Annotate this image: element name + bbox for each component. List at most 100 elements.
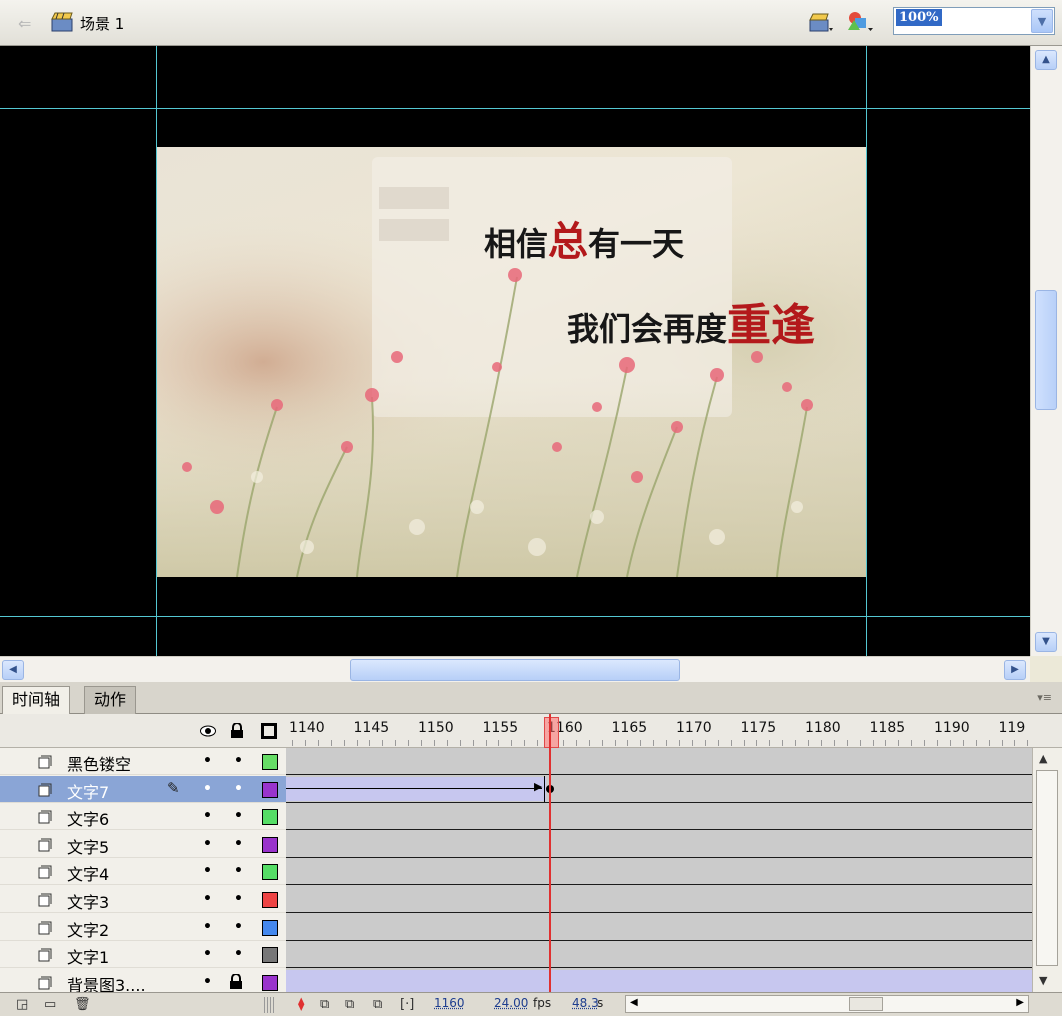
onion-skin-outlines-icon[interactable]: ⧉ [345, 997, 354, 1012]
stage-vertical-scrollbar[interactable]: ▲ ▼ [1030, 46, 1062, 656]
zoom-select[interactable]: 100% ▼ [893, 7, 1055, 35]
layer-outline-color[interactable] [262, 919, 278, 936]
scroll-up-icon[interactable]: ▲ [1035, 50, 1057, 70]
chevron-down-icon[interactable]: ▼ [1031, 9, 1053, 33]
layer-name[interactable]: 黑色镂空 [67, 751, 131, 775]
lock-toggle[interactable]: • [234, 891, 243, 907]
panel-menu-icon[interactable]: ▾≡ [1037, 691, 1052, 704]
layer-row[interactable]: 文字1 • • [0, 941, 286, 969]
frame-row[interactable] [286, 803, 1032, 831]
visibility-toggle[interactable]: • [203, 863, 212, 879]
frame-row[interactable]: ▶ [286, 775, 1032, 803]
new-layer-icon[interactable]: ◲ [16, 997, 28, 1012]
outline-icon[interactable] [261, 723, 277, 739]
layer-outline-color[interactable] [262, 947, 278, 964]
layer-name[interactable]: 文字3 [67, 889, 109, 913]
frame-ruler[interactable]: 1140 1145 1150 1155 1160 1165 1170 1175 1180 1185… [286, 714, 1030, 748]
frame-grid[interactable]: ▶ [286, 748, 1032, 996]
stage-horizontal-scrollbar[interactable]: ◀ ▶ [0, 656, 1030, 682]
layer-name[interactable]: 文字6 [67, 806, 109, 830]
layer-outline-color[interactable] [262, 781, 278, 798]
visibility-toggle[interactable]: • [203, 919, 212, 935]
playhead[interactable] [544, 717, 559, 748]
frame-span[interactable] [286, 969, 1032, 992]
layer-row[interactable]: 文字5 • • [0, 831, 286, 858]
frame-row[interactable] [286, 858, 1032, 886]
layer-row[interactable]: 文字4 • • [0, 858, 286, 886]
layer-row[interactable]: 文字7 ✎ • • [0, 775, 286, 803]
scene-label[interactable]: 场景 1 [80, 13, 124, 34]
back-arrow-icon[interactable]: ⇐ [18, 14, 31, 33]
headline-line-2[interactable]: 我们会再度重逢 [567, 289, 815, 353]
visibility-toggle[interactable]: • [203, 974, 212, 990]
frame-row[interactable] [286, 886, 1032, 913]
scroll-down-icon[interactable]: ▼ [1039, 974, 1047, 987]
tab-timeline[interactable]: 时间轴 [2, 686, 71, 714]
layer-outline-color[interactable] [262, 864, 278, 881]
lock-toggle[interactable]: • [234, 753, 243, 769]
layer-row[interactable]: 黑色镂空 • • [0, 748, 286, 775]
layer-name[interactable]: 文字1 [67, 944, 109, 968]
center-frame-icon[interactable]: ⧫ [298, 997, 304, 1012]
layer-row[interactable]: 文字2 • • [0, 914, 286, 941]
scroll-right-icon[interactable]: ▶ [1004, 660, 1026, 680]
scroll-right-icon[interactable]: ▶ [1016, 997, 1024, 1008]
visibility-toggle[interactable]: • [203, 891, 212, 907]
visibility-toggle[interactable]: • [203, 836, 212, 852]
lock-toggle[interactable]: • [234, 836, 243, 852]
visibility-toggle[interactable]: • [203, 946, 212, 962]
scroll-left-icon[interactable]: ◀ [630, 997, 638, 1008]
layer-name[interactable]: 文字5 [67, 834, 109, 858]
scrollbar-thumb[interactable] [1035, 290, 1057, 410]
frame-rate[interactable]: 24.00 [494, 996, 528, 1010]
layer-outline-color[interactable] [262, 836, 278, 853]
layer-outline-color[interactable] [262, 754, 278, 770]
new-folder-icon[interactable]: ▭ [44, 997, 56, 1012]
eye-icon[interactable] [200, 724, 216, 738]
layer-row[interactable]: 文字6 • • [0, 803, 286, 831]
lock-toggle[interactable]: • [234, 946, 243, 962]
visibility-toggle[interactable]: • [203, 781, 212, 797]
edit-scene-icon[interactable] [808, 12, 834, 34]
layer-name[interactable]: 文字4 [67, 861, 109, 885]
frames-horizontal-scrollbar[interactable]: ◀ ▶ [625, 995, 1029, 1013]
resize-grip[interactable] [264, 997, 274, 1013]
tab-actions[interactable]: 动作 [84, 686, 137, 714]
scroll-down-icon[interactable]: ▼ [1035, 632, 1057, 652]
trash-icon[interactable]: 🗑 [74, 997, 91, 1012]
lock-toggle[interactable]: • [234, 781, 243, 797]
lock-toggle[interactable]: • [234, 808, 243, 824]
stage-canvas[interactable]: 相信总有一天 我们会再度重逢 [0, 46, 1030, 656]
current-frame[interactable]: 1160 [434, 996, 465, 1010]
scrollbar-thumb[interactable] [849, 997, 883, 1011]
visibility-toggle[interactable]: • [203, 808, 212, 824]
headline-line-1[interactable]: 相信总有一天 [484, 209, 684, 267]
lock-toggle[interactable]: • [234, 863, 243, 879]
frame-row[interactable] [286, 748, 1032, 775]
scroll-up-icon[interactable]: ▲ [1039, 752, 1047, 765]
scrollbar-thumb[interactable] [350, 659, 680, 681]
stage-artwork[interactable]: 相信总有一天 我们会再度重逢 [157, 147, 866, 577]
lock-icon[interactable] [230, 723, 244, 739]
motion-tween-span[interactable] [286, 776, 546, 801]
layer-outline-color[interactable] [262, 892, 278, 908]
layer-name[interactable]: 文字2 [67, 917, 109, 941]
lock-icon[interactable] [229, 973, 243, 990]
frame-row[interactable] [286, 941, 1032, 969]
visibility-toggle[interactable]: • [203, 753, 212, 769]
layer-row[interactable]: 文字3 • • [0, 886, 286, 913]
frame-row[interactable] [286, 914, 1032, 941]
ruler-tick [988, 740, 990, 746]
scroll-left-icon[interactable]: ◀ [2, 660, 24, 680]
layer-outline-color[interactable] [262, 974, 278, 991]
onion-markers-icon[interactable]: [·] [400, 997, 414, 1012]
edit-multiple-frames-icon[interactable]: ⧉ [373, 997, 382, 1012]
timeline-vertical-scrollbar[interactable]: ▲ ▼ [1032, 748, 1062, 992]
layer-name[interactable]: 文字7 [67, 779, 109, 803]
frame-row[interactable] [286, 831, 1032, 858]
layer-outline-color[interactable] [262, 809, 278, 826]
scrollbar-thumb[interactable] [1036, 770, 1058, 966]
edit-symbol-icon[interactable] [845, 10, 875, 34]
lock-toggle[interactable]: • [234, 919, 243, 935]
onion-skin-icon[interactable]: ⧉ [320, 997, 329, 1012]
